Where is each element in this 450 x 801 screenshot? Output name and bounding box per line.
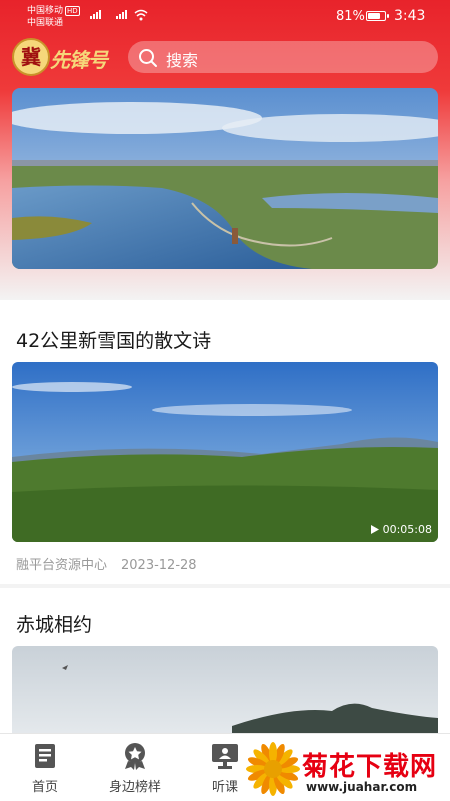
feed-date: 2023-12-28: [121, 558, 197, 573]
carrier-2: 中国联通: [27, 18, 64, 28]
search-bar[interactable]: 搜索: [128, 41, 438, 73]
video-thumbnail[interactable]: [12, 646, 438, 746]
watermark-url: www.juahar.com: [306, 780, 418, 794]
battery-level: [368, 13, 381, 19]
feed-meta: 融平台资源中心 2023-12-28: [16, 554, 197, 573]
status-bar: 中国移动 HD 中国联通 81% 3:43: [0, 0, 450, 34]
tab-label: 身边榜样: [108, 780, 161, 795]
tab-label: 首页: [31, 780, 58, 795]
signal-icon-1: [90, 10, 101, 19]
lecture-screen-icon: [212, 744, 238, 769]
feed-card-1[interactable]: 42公里新雪国的散文诗 00:05:08 融平台资源中心 2023-12-28: [0, 300, 450, 584]
feed-title[interactable]: 42公里新雪国的散文诗: [16, 326, 211, 353]
watermark: 菊花下载网 www.juahar.com: [244, 740, 450, 800]
carrier-1: 中国移动: [27, 6, 64, 16]
video-thumbnail[interactable]: 00:05:08: [12, 362, 438, 542]
feed-card-2[interactable]: 赤城相约: [0, 588, 450, 746]
watermark-title: 菊花下载网: [302, 752, 438, 782]
book-icon: [35, 744, 55, 768]
video-duration: 00:05:08: [370, 523, 432, 536]
grassland-video-thumbnail: [12, 362, 438, 542]
duration-text: 00:05:08: [382, 523, 432, 536]
tab-role-models[interactable]: 身边榜样: [90, 734, 180, 801]
clock: 3:43: [394, 8, 426, 24]
play-icon: [370, 525, 379, 534]
banner-image[interactable]: [12, 88, 438, 269]
battery-percent: 81%: [336, 9, 365, 24]
feed-source: 融平台资源中心: [16, 558, 108, 573]
hd-badge: HD: [65, 6, 80, 16]
chrysanthemum-icon: [246, 742, 300, 796]
medal-icon: [125, 743, 145, 770]
app-logo[interactable]: 冀 先锋号: [12, 38, 126, 78]
logo-wordmark: 先锋号: [50, 48, 108, 72]
misty-mountain-thumbnail: [12, 646, 438, 746]
battery-icon: [366, 11, 389, 21]
feed-title[interactable]: 赤城相约: [16, 610, 92, 637]
wifi-icon: [134, 9, 148, 21]
signal-icon-2: [116, 10, 127, 19]
tab-home[interactable]: 首页: [0, 734, 90, 801]
logo-seal: 冀: [12, 38, 50, 76]
aerial-lake-wetland-image: [12, 88, 438, 269]
carrier-info: 中国移动 HD 中国联通: [27, 5, 80, 29]
search-placeholder: 搜索: [166, 51, 199, 70]
search-icon: [139, 49, 157, 67]
